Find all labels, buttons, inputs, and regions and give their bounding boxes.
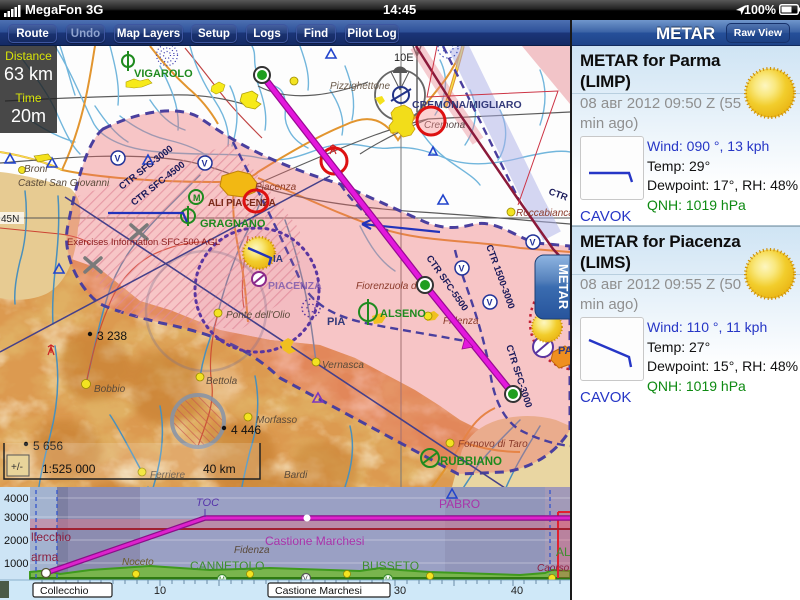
svg-text:Noceto: Noceto (122, 557, 154, 568)
svg-text:4000: 4000 (4, 493, 28, 505)
svg-text:30: 30 (394, 585, 406, 597)
svg-text:RUBBIANO: RUBBIANO (440, 456, 502, 468)
svg-text:1000: 1000 (4, 558, 28, 570)
svg-text:V: V (115, 154, 121, 164)
svg-text:Castel San Giovanni: Castel San Giovanni (18, 178, 110, 189)
svg-text:Bettola: Bettola (206, 376, 238, 387)
svg-text:ALSENO: ALSENO (380, 308, 426, 320)
svg-text:Bardi: Bardi (284, 470, 308, 481)
svg-text:Collecchio: Collecchio (40, 585, 89, 597)
svg-text:PIACENZA: PIACENZA (268, 280, 322, 292)
svg-text:Ponte dell'Olio: Ponte dell'Olio (226, 310, 291, 321)
svg-text:Morfasso: Morfasso (256, 415, 298, 426)
svg-text:45N: 45N (1, 214, 19, 225)
svg-text:llecchio: llecchio (31, 530, 71, 544)
svg-text:Broni: Broni (24, 164, 48, 175)
svg-text:Caorso: Caorso (537, 563, 570, 574)
svg-text:PA: PA (558, 345, 570, 357)
svg-text:Fidenza: Fidenza (234, 545, 270, 556)
svg-text:Exercises Information SFC-500: Exercises Information SFC-500 AGL (67, 237, 220, 248)
svg-text:1:525 000: 1:525 000 (42, 462, 96, 476)
svg-text:10E: 10E (394, 52, 414, 64)
svg-text:CANNETOLO: CANNETOLO (190, 559, 264, 573)
svg-text:GRAGNANO: GRAGNANO (200, 218, 266, 230)
svg-text:arma: arma (31, 550, 59, 564)
svg-text:AL: AL (556, 545, 570, 559)
svg-text:Pizzighettone: Pizzighettone (330, 81, 390, 92)
svg-text:IA: IA (273, 254, 283, 265)
svg-text:40 km: 40 km (203, 462, 236, 476)
svg-text:10: 10 (154, 585, 166, 597)
svg-text:TOC: TOC (196, 497, 219, 509)
svg-text:Fornovo di Taro: Fornovo di Taro (458, 439, 528, 450)
svg-text:Roccabianca: Roccabianca (516, 208, 570, 219)
svg-text:40: 40 (511, 585, 523, 597)
svg-text:V: V (530, 238, 536, 248)
svg-text:V: V (487, 298, 493, 308)
svg-text:3 238: 3 238 (97, 329, 127, 343)
svg-text:Bobbio: Bobbio (94, 384, 126, 395)
svg-text:Fiorenzuola d'A: Fiorenzuola d'A (356, 281, 426, 292)
svg-text:+/-: +/- (11, 462, 23, 473)
svg-text:Castione Marchesi: Castione Marchesi (275, 585, 362, 597)
svg-text:VIGAROLO: VIGAROLO (134, 68, 193, 80)
svg-text:PIA: PIA (327, 316, 345, 328)
svg-text:Vernasca: Vernasca (322, 360, 364, 371)
svg-text:PABRO: PABRO (439, 497, 480, 511)
svg-text:3000: 3000 (4, 512, 28, 524)
svg-text:V: V (202, 159, 208, 169)
svg-text:V: V (459, 264, 465, 274)
svg-text:M: M (193, 193, 201, 203)
svg-text:METAR: METAR (556, 264, 570, 310)
svg-text:Castione Marchesi: Castione Marchesi (265, 534, 364, 548)
svg-text:2000: 2000 (4, 535, 28, 547)
svg-text:BUSSETO: BUSSETO (362, 559, 419, 573)
